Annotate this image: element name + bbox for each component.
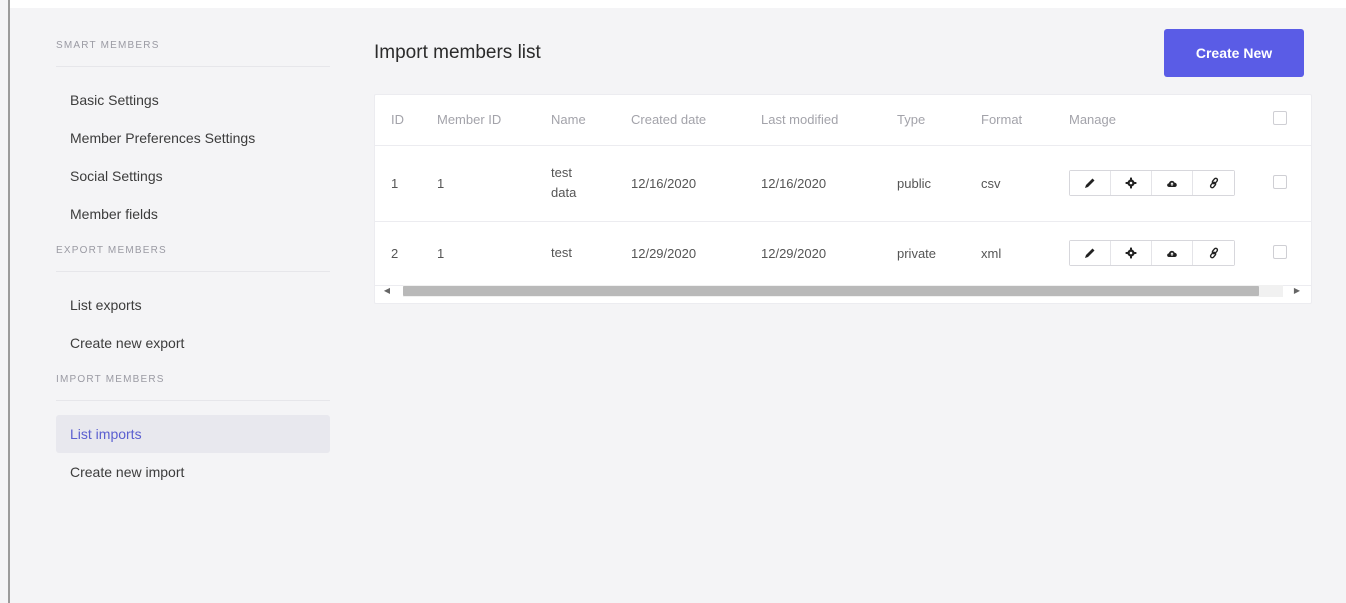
- manage-button-group: [1069, 170, 1235, 196]
- sidebar-item-create-new-import[interactable]: Create new import: [56, 453, 330, 491]
- cell-member-id: 1: [421, 221, 535, 286]
- create-new-button[interactable]: Create New: [1164, 29, 1304, 77]
- table-row: 1 1 test data 12/16/2020 12/16/2020 publ…: [375, 145, 1311, 222]
- scroll-left-arrow-icon[interactable]: ◀: [381, 285, 393, 297]
- divider: [56, 271, 330, 272]
- manage-button-group: [1069, 240, 1235, 266]
- section-title: IMPORT MEMBERS: [56, 374, 165, 385]
- cell-type: private: [881, 221, 965, 286]
- cell-manage: [1053, 221, 1257, 286]
- name-line: test: [551, 165, 572, 180]
- divider: [56, 66, 330, 67]
- sidebar-item-member-fields[interactable]: Member fields: [56, 195, 330, 233]
- edit-button[interactable]: [1070, 171, 1111, 195]
- divider: [56, 400, 330, 401]
- col-header-format: Format: [965, 95, 1053, 146]
- imports-table-card: ID Member ID Name Created date Last modi…: [374, 94, 1312, 304]
- pencil-icon: [1085, 248, 1095, 258]
- col-header-id: ID: [375, 95, 421, 146]
- cell-select: [1257, 221, 1311, 286]
- link-icon: [1209, 247, 1218, 259]
- scroll-thumb[interactable]: [403, 286, 1259, 296]
- section-smart-members: SMART MEMBERS Basic Settings Member Pref…: [56, 36, 330, 233]
- page-title: Import members list: [374, 42, 541, 63]
- upload-button[interactable]: [1152, 241, 1193, 265]
- settings-button[interactable]: [1111, 241, 1152, 265]
- col-header-last-modified: Last modified: [745, 95, 881, 146]
- cell-manage: [1053, 145, 1257, 222]
- gear-icon: [1125, 177, 1137, 189]
- cloud-upload-icon: [1167, 180, 1177, 187]
- cell-last-modified: 12/16/2020: [745, 145, 881, 222]
- section-export-members: EXPORT MEMBERS List exports Create new e…: [56, 241, 330, 362]
- sidebar-item-list-exports[interactable]: List exports: [56, 286, 330, 324]
- horizontal-scrollbar[interactable]: ◀ ▶: [381, 285, 1303, 297]
- col-header-manage: Manage: [1053, 95, 1257, 146]
- sidebar-item-social-settings[interactable]: Social Settings: [56, 157, 330, 195]
- link-button[interactable]: [1193, 241, 1234, 265]
- row-checkbox[interactable]: [1273, 174, 1287, 189]
- app-window: SMART MEMBERS Basic Settings Member Pref…: [0, 0, 1346, 603]
- cell-format: xml: [965, 221, 1053, 286]
- cell-member-id: 1: [421, 145, 535, 222]
- cell-created-date: 12/29/2020: [615, 221, 745, 286]
- table-row: 2 1 test 12/29/2020 12/29/2020 private x…: [375, 221, 1311, 286]
- cell-format: csv: [965, 145, 1053, 222]
- cell-created-date: 12/16/2020: [615, 145, 745, 222]
- upload-button[interactable]: [1152, 171, 1193, 195]
- cell-id: 1: [375, 145, 421, 222]
- pencil-icon: [1085, 178, 1095, 188]
- top-strip: [10, 0, 1346, 8]
- col-header-member-id: Member ID: [421, 95, 535, 146]
- left-border: [8, 0, 10, 603]
- sidebar: SMART MEMBERS Basic Settings Member Pref…: [56, 36, 330, 491]
- link-icon: [1209, 177, 1218, 189]
- gear-icon: [1125, 247, 1137, 259]
- cell-type: public: [881, 145, 965, 222]
- col-header-created-date: Created date: [615, 95, 745, 146]
- col-header-select: [1257, 95, 1311, 146]
- cell-last-modified: 12/29/2020: [745, 221, 881, 286]
- col-header-name: Name: [535, 95, 615, 146]
- scroll-track[interactable]: [403, 285, 1283, 297]
- name-line: data: [551, 185, 577, 200]
- sidebar-item-basic-settings[interactable]: Basic Settings: [56, 81, 330, 119]
- table-header-row: ID Member ID Name Created date Last modi…: [375, 95, 1311, 146]
- col-header-type: Type: [881, 95, 965, 146]
- cell-select: [1257, 145, 1311, 222]
- name-line: test: [551, 245, 572, 260]
- cell-id: 2: [375, 221, 421, 286]
- sidebar-item-list-imports[interactable]: List imports: [56, 415, 330, 453]
- cell-name: test: [535, 221, 615, 286]
- cell-name: test data: [535, 145, 615, 222]
- sidebar-item-create-new-export[interactable]: Create new export: [56, 324, 330, 362]
- section-title: SMART MEMBERS: [56, 40, 160, 51]
- section-title: EXPORT MEMBERS: [56, 245, 167, 256]
- section-import-members: IMPORT MEMBERS List imports Create new i…: [56, 370, 330, 491]
- select-all-checkbox[interactable]: [1273, 111, 1287, 126]
- row-checkbox[interactable]: [1273, 244, 1287, 259]
- scroll-right-arrow-icon[interactable]: ▶: [1291, 285, 1303, 297]
- sidebar-item-member-preferences[interactable]: Member Preferences Settings: [56, 119, 330, 157]
- cloud-upload-icon: [1167, 250, 1177, 257]
- link-button[interactable]: [1193, 171, 1234, 195]
- edit-button[interactable]: [1070, 241, 1111, 265]
- imports-table: ID Member ID Name Created date Last modi…: [375, 95, 1311, 286]
- settings-button[interactable]: [1111, 171, 1152, 195]
